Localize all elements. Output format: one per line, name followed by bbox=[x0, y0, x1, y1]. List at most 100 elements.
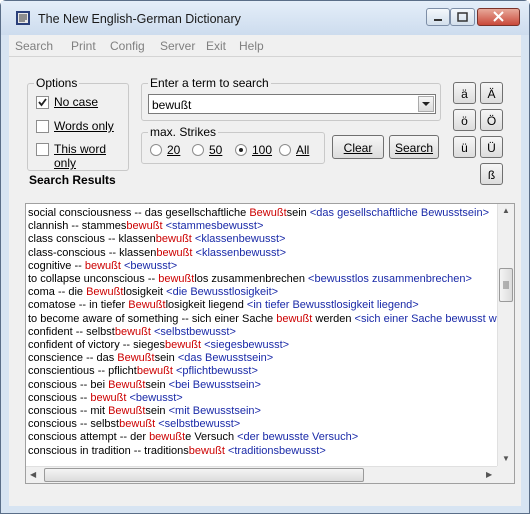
highlighted-term: Bewußt bbox=[117, 352, 155, 365]
results-heading: Search Results bbox=[29, 173, 116, 187]
vertical-scroll-thumb[interactable] bbox=[499, 268, 513, 302]
this-word-only-checkbox[interactable] bbox=[36, 143, 49, 156]
result-line: to collapse unconscious -- bewußtlos zus… bbox=[28, 273, 472, 286]
highlighted-term: bewußt bbox=[114, 325, 151, 338]
scroll-left-icon[interactable]: ◀ bbox=[30, 470, 36, 479]
strikes-50-label[interactable]: 50 bbox=[209, 143, 222, 157]
result-text: conscious in tradition -- traditions bbox=[28, 444, 189, 457]
result-text: e Versuch bbox=[185, 431, 238, 444]
menu-bar: Search Print Config Server Exit Help bbox=[9, 35, 521, 57]
translation-text: <stammesbewusst> bbox=[165, 220, 264, 233]
translation-text: <siegesbewusst> bbox=[204, 339, 290, 351]
umlaut-u-lower-button[interactable]: ü bbox=[453, 136, 476, 158]
grip-icon bbox=[503, 281, 509, 289]
result-text: to become aware of something -- sich ein… bbox=[28, 312, 277, 325]
chevron-down-icon bbox=[422, 102, 430, 106]
horizontal-scrollbar[interactable]: ◀ ▶ bbox=[26, 466, 498, 483]
umlaut-o-lower-button[interactable]: ö bbox=[453, 109, 476, 131]
result-text: los zusammenbrechen bbox=[194, 273, 309, 285]
words-only-label[interactable]: Words only bbox=[54, 119, 114, 133]
menu-print[interactable]: Print bbox=[71, 39, 96, 53]
close-button[interactable] bbox=[477, 8, 520, 26]
highlighted-term: Bewußt bbox=[108, 405, 146, 417]
search-combobox[interactable]: bewußt bbox=[148, 94, 436, 114]
result-text: to collapse unconscious -- bbox=[28, 273, 159, 285]
strikes-all-label[interactable]: All bbox=[296, 143, 309, 157]
no-case-checkbox[interactable] bbox=[36, 96, 49, 109]
vertical-scrollbar[interactable]: ▲ ▼ bbox=[497, 204, 514, 467]
umlaut-a-upper-button[interactable]: Ä bbox=[480, 82, 503, 104]
scroll-corner bbox=[497, 466, 514, 483]
strikes-50-radio[interactable] bbox=[192, 144, 204, 156]
result-text: confident of victory -- sieges bbox=[28, 339, 165, 351]
highlighted-term: Bewußt bbox=[86, 286, 124, 299]
translation-text: <das gesellschaftliche Bewusstsein> bbox=[309, 207, 490, 219]
highlighted-term: bewußt bbox=[156, 246, 193, 259]
result-line: social consciousness -- das gesellschaft… bbox=[28, 207, 489, 220]
menu-exit[interactable]: Exit bbox=[206, 39, 226, 53]
scroll-down-icon[interactable]: ▼ bbox=[502, 454, 510, 463]
umlaut-u-upper-button[interactable]: Ü bbox=[480, 136, 503, 158]
highlighted-term: bewußt bbox=[276, 312, 313, 325]
eszett-button[interactable]: ß bbox=[480, 163, 503, 185]
strikes-group: max. Strikes 20 50 100 All bbox=[141, 125, 325, 164]
close-icon bbox=[493, 11, 504, 22]
highlighted-term: bewußt bbox=[90, 391, 127, 404]
result-text: coma -- die bbox=[28, 286, 87, 299]
options-legend: Options bbox=[34, 76, 80, 90]
translation-text: <klassenbewusst> bbox=[194, 233, 286, 246]
strikes-all-radio[interactable] bbox=[279, 144, 291, 156]
result-line: coma -- die Bewußtlosigkeit <die Bewusst… bbox=[28, 286, 278, 299]
no-case-label[interactable]: No case bbox=[54, 95, 98, 109]
result-text: conscious -- selbst bbox=[28, 418, 120, 431]
result-line: comatose -- in tiefer Bewußtlosigkeit li… bbox=[28, 299, 419, 312]
umlaut-o-upper-button[interactable]: Ö bbox=[480, 109, 503, 131]
clear-button[interactable]: Clear bbox=[332, 135, 384, 159]
results-list[interactable]: social consciousness -- das gesellschaft… bbox=[25, 203, 515, 484]
highlighted-term: bewußt bbox=[155, 233, 192, 246]
words-only-checkbox[interactable] bbox=[36, 120, 49, 133]
menu-help[interactable]: Help bbox=[239, 39, 264, 53]
result-line: conscious -- bei Bewußtsein <bei Bewusst… bbox=[28, 379, 261, 392]
dropdown-button[interactable] bbox=[418, 96, 434, 112]
result-text: confident -- selbst bbox=[28, 325, 115, 338]
result-text: conscientious -- pflicht bbox=[28, 365, 137, 378]
result-text: conscious -- bei bbox=[28, 378, 109, 391]
translation-text: <selbstbewusst> bbox=[153, 325, 236, 338]
umlaut-a-lower-button[interactable]: ä bbox=[453, 82, 476, 104]
window-title: The New English-German Dictionary bbox=[38, 12, 241, 26]
strikes-100-label[interactable]: 100 bbox=[252, 143, 272, 157]
client-area: Options No case Words only This word onl… bbox=[9, 57, 521, 506]
maximize-button[interactable] bbox=[450, 8, 475, 26]
highlighted-term: bewußt bbox=[84, 259, 121, 272]
minimize-icon bbox=[434, 19, 442, 21]
translation-text: <das Bewusstsein> bbox=[177, 352, 274, 365]
translation-text: <bewusst> bbox=[124, 259, 178, 272]
menu-search[interactable]: Search bbox=[15, 39, 53, 53]
highlighted-term: bewußt bbox=[119, 418, 156, 431]
minimize-button[interactable] bbox=[426, 8, 450, 26]
strikes-20-label[interactable]: 20 bbox=[167, 143, 180, 157]
result-text: losigkeit bbox=[123, 286, 167, 299]
result-text: conscious -- mit bbox=[28, 405, 109, 417]
scroll-right-icon[interactable]: ▶ bbox=[486, 470, 492, 479]
scroll-up-icon[interactable]: ▲ bbox=[502, 206, 510, 215]
search-input[interactable]: bewußt bbox=[152, 98, 191, 112]
strikes-20-radio[interactable] bbox=[150, 144, 162, 156]
menu-config[interactable]: Config bbox=[110, 39, 145, 53]
search-button[interactable]: Search bbox=[389, 135, 439, 159]
horizontal-scroll-thumb[interactable] bbox=[44, 468, 364, 482]
title-bar[interactable]: The New English-German Dictionary bbox=[1, 1, 529, 35]
translation-text: <mit Bewusstsein> bbox=[168, 405, 261, 417]
translation-text: <die Bewusstlosigkeit> bbox=[166, 286, 279, 299]
result-line: conscious -- selbstbewußt <selbstbewusst… bbox=[28, 418, 240, 431]
result-line: conscientious -- pflichtbewußt <pflichtb… bbox=[28, 365, 258, 378]
translation-text: <selbstbewusst> bbox=[158, 418, 241, 431]
strikes-100-radio[interactable] bbox=[235, 144, 247, 156]
restore-icon bbox=[457, 12, 468, 22]
this-word-only-label[interactable]: This word only bbox=[54, 142, 128, 170]
strikes-legend: max. Strikes bbox=[148, 125, 219, 139]
menu-server[interactable]: Server bbox=[160, 39, 195, 53]
search-legend: Enter a term to search bbox=[148, 76, 271, 90]
result-line: class conscious -- klassenbewußt <klasse… bbox=[28, 233, 285, 246]
